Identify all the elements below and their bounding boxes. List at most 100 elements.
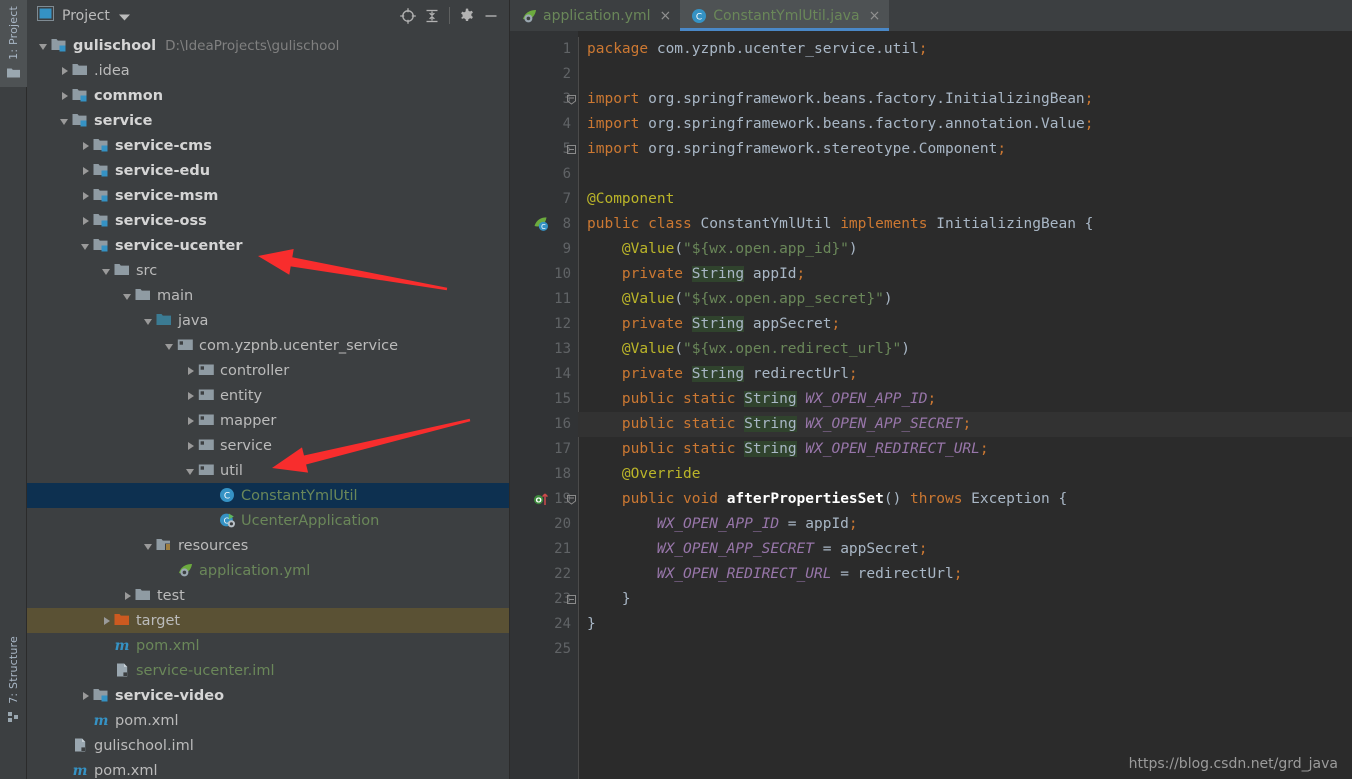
tree-item[interactable]: target [27, 608, 509, 633]
tree-item[interactable]: C UcenterApplication [27, 508, 509, 533]
code-line[interactable]: WX_OPEN_APP_SECRET = appSecret; [578, 537, 1352, 562]
tree-item[interactable]: m pom.xml [27, 633, 509, 658]
chevron-right-icon[interactable] [79, 689, 93, 703]
editor-gutter[interactable]: 1 2 3 4 5 6 7 8 C 9 10 11 12 13 14 15 16 17 18 19 O 20 21 22 23 2… [510, 31, 578, 779]
fold-collapse-import-icon[interactable] [566, 94, 577, 105]
tree-item[interactable]: test [27, 583, 509, 608]
code-line[interactable]: public static String WX_OPEN_APP_SECRET; [578, 412, 1352, 437]
code-line[interactable]: private String redirectUrl; [578, 362, 1352, 387]
close-icon[interactable]: × [869, 9, 881, 23]
tree-item[interactable]: service-edu [27, 158, 509, 183]
tree-item[interactable]: resources [27, 533, 509, 558]
code-line[interactable]: package com.yzpnb.ucenter_service.util; [578, 37, 1352, 62]
chevron-down-icon[interactable] [100, 264, 114, 278]
tree-item[interactable]: common [27, 83, 509, 108]
code-line[interactable]: private String appSecret; [578, 312, 1352, 337]
tree-item-label: entity [220, 387, 263, 404]
line-number-label: 21 [554, 541, 571, 557]
code-line[interactable]: public static String WX_OPEN_REDIRECT_UR… [578, 437, 1352, 462]
chevron-right-icon[interactable] [58, 89, 72, 103]
tree-arrow-empty [100, 664, 114, 678]
sidebar-item-project[interactable]: 1: Project [0, 0, 27, 87]
code-line[interactable]: private String appId; [578, 262, 1352, 287]
locate-icon[interactable] [396, 4, 420, 28]
tree-item[interactable]: entity [27, 383, 509, 408]
code-line[interactable]: } [578, 587, 1352, 612]
fold-collapse-method-icon[interactable] [566, 494, 577, 505]
chevron-right-icon[interactable] [121, 589, 135, 603]
chevron-right-icon[interactable] [58, 64, 72, 78]
code-line[interactable]: @Override [578, 462, 1352, 487]
tree-item[interactable]: service-cms [27, 133, 509, 158]
chevron-right-icon[interactable] [184, 389, 198, 403]
code-line[interactable] [578, 62, 1352, 87]
chevron-right-icon[interactable] [79, 164, 93, 178]
chevron-down-icon[interactable] [184, 464, 198, 478]
chevron-right-icon[interactable] [79, 139, 93, 153]
collapse-all-icon[interactable] [420, 4, 444, 28]
code-line[interactable] [578, 637, 1352, 662]
code-line[interactable]: public void afterPropertiesSet() throws … [578, 487, 1352, 512]
chevron-right-icon[interactable] [79, 189, 93, 203]
tree-item[interactable]: service-msm [27, 183, 509, 208]
tree-item[interactable]: controller [27, 358, 509, 383]
editor-tab[interactable]: C ConstantYmlUtil.java × [680, 0, 890, 31]
editor-tab[interactable]: application.yml × [510, 0, 680, 31]
tree-item[interactable]: .idea [27, 58, 509, 83]
iml-file-icon [114, 662, 131, 679]
code-editor[interactable]: 1 2 3 4 5 6 7 8 C 9 10 11 12 13 14 15 16 17 18 19 O 20 21 22 23 2… [510, 31, 1352, 779]
code-line[interactable]: public class ConstantYmlUtil implements … [578, 212, 1352, 237]
code-line[interactable]: @Value("${wx.open.app_id}") [578, 237, 1352, 262]
code-line[interactable]: import org.springframework.beans.factory… [578, 112, 1352, 137]
code-line[interactable]: @Value("${wx.open.redirect_url}") [578, 337, 1352, 362]
tree-item[interactable]: service-oss [27, 208, 509, 233]
tree-item[interactable]: service-ucenter.iml [27, 658, 509, 683]
tree-item[interactable]: main [27, 283, 509, 308]
tree-item[interactable]: m pom.xml [27, 758, 509, 779]
fold-end-import-icon[interactable] [566, 144, 577, 155]
chevron-down-icon[interactable] [37, 39, 51, 53]
chevron-down-icon[interactable] [79, 239, 93, 253]
chevron-down-icon[interactable] [118, 6, 130, 25]
code-line[interactable]: @Component [578, 187, 1352, 212]
code-line[interactable]: WX_OPEN_APP_ID = appId; [578, 512, 1352, 537]
editor-code-text[interactable]: package com.yzpnb.ucenter_service.util;i… [578, 31, 1352, 779]
chevron-right-icon[interactable] [100, 614, 114, 628]
code-line[interactable] [578, 162, 1352, 187]
chevron-right-icon[interactable] [184, 414, 198, 428]
chevron-right-icon[interactable] [79, 214, 93, 228]
fold-end-method-icon[interactable] [566, 594, 577, 605]
chevron-down-icon[interactable] [58, 114, 72, 128]
tree-item[interactable]: com.yzpnb.ucenter_service [27, 333, 509, 358]
tree-item-selected[interactable]: C ConstantYmlUtil [27, 483, 509, 508]
tree-item[interactable]: gulischool D:\IdeaProjects\gulischool [27, 33, 509, 58]
tree-item[interactable]: service-ucenter [27, 233, 509, 258]
code-line[interactable]: public static String WX_OPEN_APP_ID; [578, 387, 1352, 412]
chevron-down-icon[interactable] [121, 289, 135, 303]
tree-item[interactable]: m pom.xml [27, 708, 509, 733]
tree-item[interactable]: src [27, 258, 509, 283]
code-line[interactable]: WX_OPEN_REDIRECT_URL = redirectUrl; [578, 562, 1352, 587]
tree-item[interactable]: util [27, 458, 509, 483]
tree-item[interactable]: gulischool.iml [27, 733, 509, 758]
tree-item[interactable]: java [27, 308, 509, 333]
chevron-down-icon[interactable] [142, 314, 156, 328]
tree-item[interactable]: application.yml [27, 558, 509, 583]
minimize-icon[interactable] [479, 4, 503, 28]
chevron-right-icon[interactable] [184, 439, 198, 453]
tree-item[interactable]: service [27, 108, 509, 133]
gear-icon[interactable] [455, 4, 479, 28]
tree-item[interactable]: service [27, 433, 509, 458]
tree-item[interactable]: service-video [27, 683, 509, 708]
sidebar-item-structure[interactable]: 7: Structure [0, 630, 27, 731]
code-line[interactable]: import org.springframework.stereotype.Co… [578, 137, 1352, 162]
chevron-down-icon[interactable] [163, 339, 177, 353]
tree-item[interactable]: mapper [27, 408, 509, 433]
code-line[interactable]: } [578, 612, 1352, 637]
code-line[interactable]: @Value("${wx.open.app_secret}") [578, 287, 1352, 312]
chevron-down-icon[interactable] [142, 539, 156, 553]
code-line[interactable]: import org.springframework.beans.factory… [578, 87, 1352, 112]
chevron-right-icon[interactable] [184, 364, 198, 378]
close-icon[interactable]: × [660, 9, 672, 23]
project-tree[interactable]: gulischool D:\IdeaProjects\gulischool .ide… [27, 31, 509, 779]
